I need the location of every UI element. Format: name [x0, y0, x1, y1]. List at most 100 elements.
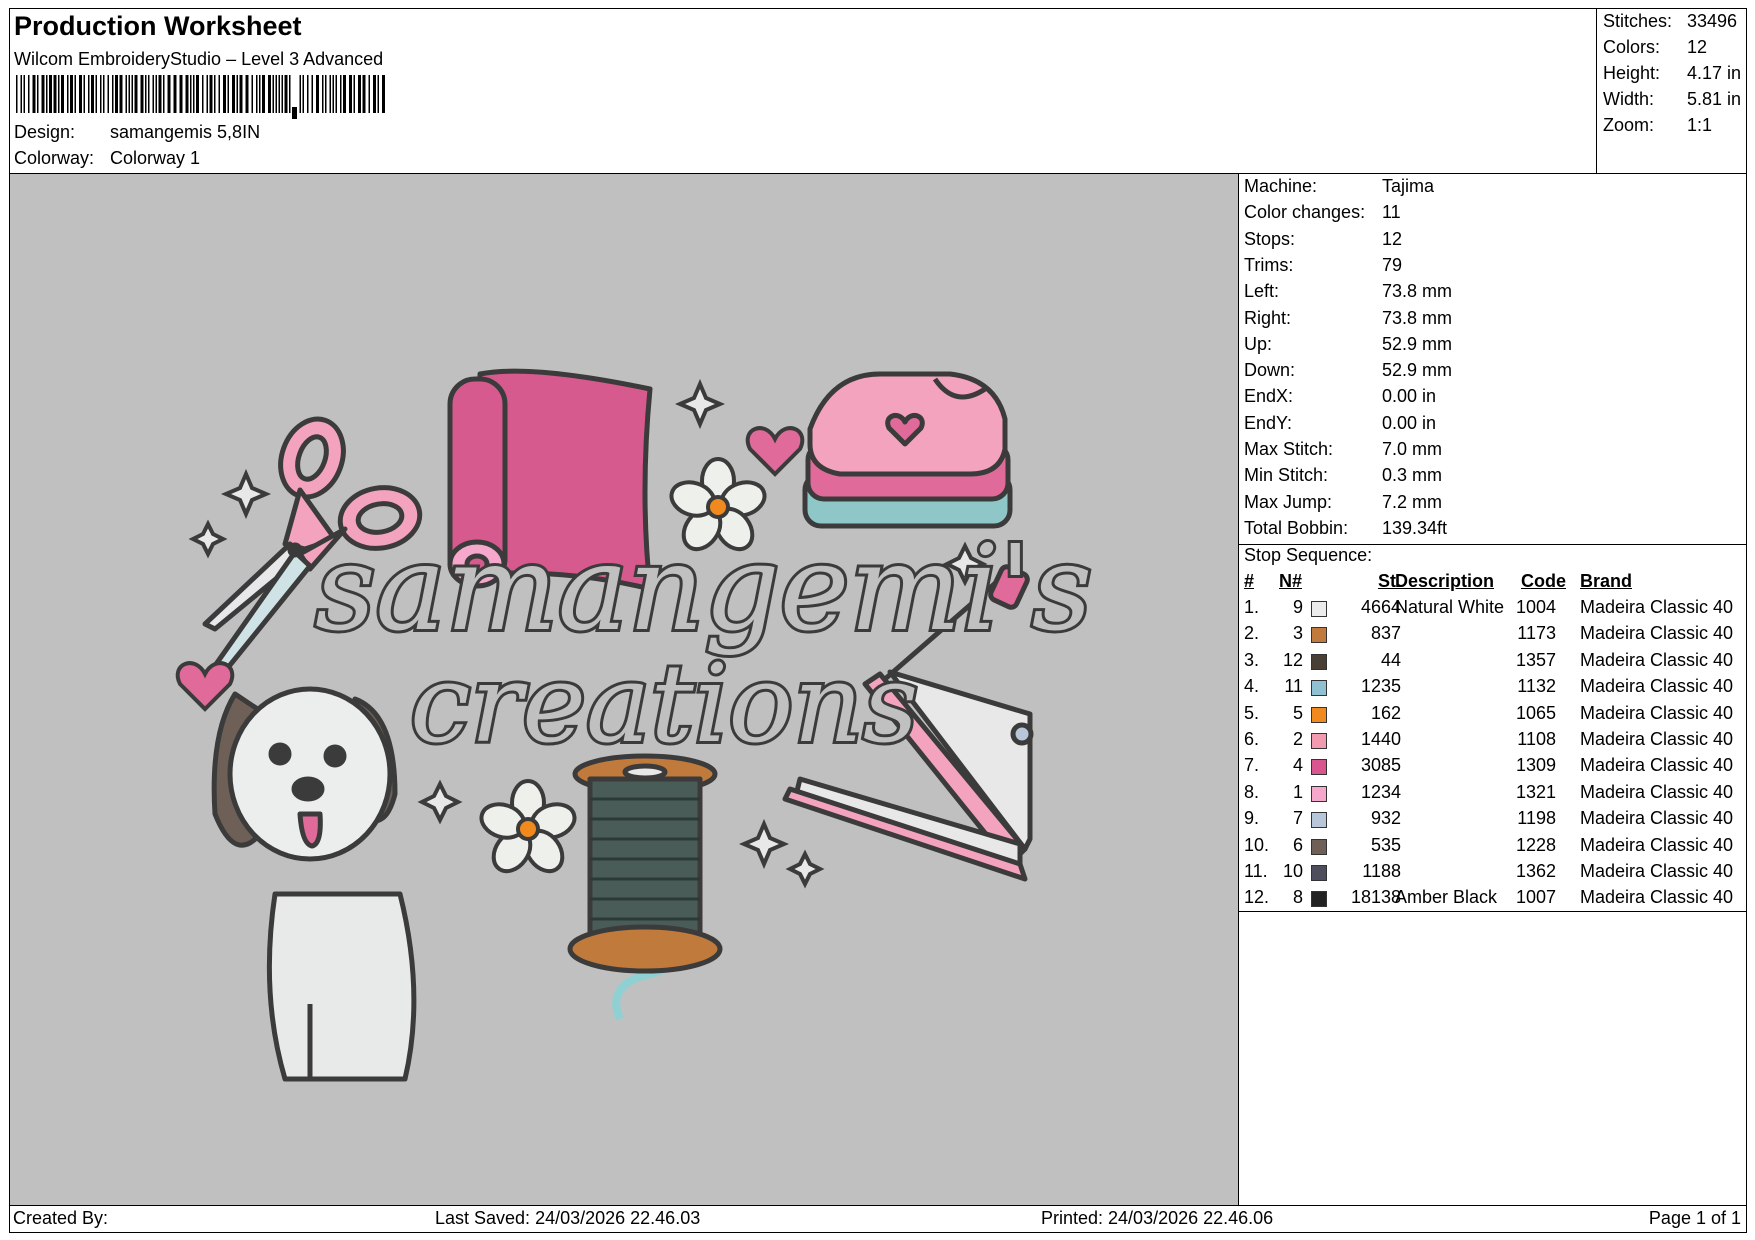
machine-row-value: Tajima: [1382, 176, 1435, 196]
summary-zoom: Zoom: 1:1: [1603, 115, 1713, 135]
machine-row-label: EndY:: [1244, 412, 1293, 433]
stop-row-needle: 12: [1282, 649, 1303, 670]
stop-row-index: 11.: [1244, 861, 1268, 881]
machine-row-value: 0.3 mm: [1382, 465, 1443, 486]
machine-row-label: Right:: [1244, 307, 1292, 328]
stop-row-brand: Madeira Classic 40: [1580, 781, 1734, 802]
stop-row-needle: 11: [1284, 676, 1303, 697]
machine-row-label: Trims:: [1244, 254, 1294, 275]
stop-row-index: 1.: [1244, 597, 1260, 617]
color-swatch: [1311, 706, 1327, 723]
stop-row-brand: Madeira Classic 40: [1580, 755, 1734, 776]
color-swatch: [1311, 680, 1327, 697]
machine-row: Right: 73.8 mm: [1244, 308, 1452, 329]
stop-row-index: 12.: [1244, 887, 1270, 908]
color-swatch: [1311, 865, 1327, 881]
machine-row-label: Max Jump:: [1244, 491, 1333, 512]
machine-info-panel: Machine: Tajima Color changes: 11 Stops: 12 Tr…: [1238, 173, 1747, 545]
design-text-line1: samangemi's: [315, 519, 1092, 657]
dog-icon: [211, 686, 417, 1082]
summary-width: Width: 5.81 in: [1603, 89, 1742, 109]
stop-row-code: 1321: [1515, 781, 1556, 802]
machine-row: Max Jump: 7.2 mm: [1244, 492, 1442, 513]
colorway-name: Colorway 1: [110, 148, 201, 168]
stop-row-index: 6.: [1244, 729, 1260, 749]
machine-row-value: 52.9 mm: [1382, 360, 1453, 381]
machine-row-value: 0.00 in: [1382, 386, 1437, 407]
stop-row-brand: Madeira Classic 40: [1580, 676, 1734, 697]
machine-row-label: Color changes:: [1244, 202, 1366, 223]
machine-row: EndX: 0.00 in: [1244, 386, 1436, 407]
machine-row-label: Down:: [1244, 360, 1296, 381]
stop-row-code: 1228: [1515, 834, 1556, 855]
stop-row-needle: 8: [1292, 887, 1303, 908]
stop-row-needle: 2: [1292, 729, 1303, 749]
stop-row-code: 1198: [1517, 808, 1556, 829]
stop-row-stitches: 18138: [1350, 887, 1401, 908]
col-header-description: Description: [1395, 571, 1495, 591]
machine-row-label: Machine:: [1244, 176, 1318, 196]
machine-row-value: 73.8 mm: [1382, 281, 1453, 302]
blank-panel: [1238, 911, 1747, 1206]
stop-row-needle: 6: [1292, 834, 1303, 855]
stop-row-needle: 3: [1292, 623, 1303, 644]
col-header-brand: Brand: [1580, 571, 1633, 591]
machine-row: EndY: 0.00 in: [1244, 413, 1436, 434]
machine-row-value: 73.8 mm: [1382, 307, 1453, 328]
stop-row-needle: 10: [1282, 861, 1303, 881]
stop-row-stitches: 4664: [1360, 597, 1401, 617]
color-swatch: [1311, 733, 1327, 749]
stop-row-brand: Madeira Classic 40: [1580, 808, 1734, 829]
stop-row-index: 3.: [1244, 649, 1260, 670]
stop-row-description: Amber Black: [1395, 887, 1498, 908]
machine-row: Left: 73.8 mm: [1244, 281, 1452, 302]
last-saved: Last Saved: 24/03/2026 22.46.03: [435, 1208, 701, 1228]
stop-row-index: 5.: [1244, 702, 1260, 723]
color-swatch: [1311, 812, 1327, 829]
stop-row-brand: Madeira Classic 40: [1580, 887, 1734, 908]
printed-date: Printed: 24/03/2026 22.46.06: [1041, 1208, 1274, 1228]
stop-row-stitches: 1188: [1362, 861, 1401, 881]
stop-row-needle: 9: [1292, 597, 1303, 617]
stop-row-code: 1004: [1515, 597, 1556, 617]
stop-row-code: 1132: [1517, 676, 1556, 697]
machine-row: Down: 52.9 mm: [1244, 360, 1452, 381]
design-text-line2: creations: [410, 642, 918, 767]
machine-row-label: Min Stitch:: [1244, 465, 1329, 486]
stop-sequence-panel: Stop Sequence: # N# St. Description Code…: [1238, 544, 1747, 912]
stop-row-index: 10.: [1244, 834, 1270, 855]
machine-row-label: Total Bobbin:: [1244, 517, 1349, 538]
stop-row-stitches: 162: [1370, 702, 1401, 723]
machine-row-value: 11: [1382, 202, 1401, 223]
machine-row: Total Bobbin: 139.34ft: [1244, 518, 1447, 539]
machine-row-value: 12: [1382, 228, 1403, 249]
col-header-num: #: [1244, 571, 1255, 591]
stop-row-index: 7.: [1244, 755, 1260, 776]
stop-row-brand: Madeira Classic 40: [1580, 861, 1734, 881]
stop-row-needle: 5: [1292, 702, 1303, 723]
machine-row: Up: 52.9 mm: [1244, 334, 1452, 355]
stop-row-brand: Madeira Classic 40: [1580, 597, 1734, 617]
machine-row: Machine: Tajima: [1244, 176, 1434, 197]
summary-height: Height: 4.17 in: [1603, 63, 1742, 83]
summary-colors: Colors: 12: [1603, 37, 1708, 57]
summary-stitches: Stitches: 33496: [1603, 11, 1738, 31]
machine-row: Min Stitch: 0.3 mm: [1244, 465, 1442, 486]
stop-row-index: 9.: [1244, 808, 1260, 829]
stop-row-index: 8.: [1244, 781, 1260, 802]
design-label: Design:: [14, 122, 76, 142]
stop-row-brand: Madeira Classic 40: [1580, 649, 1734, 670]
embroidery-design-image: samangemi's creations: [175, 368, 1095, 1082]
stop-row-brand: Madeira Classic 40: [1580, 623, 1734, 644]
created-by: Created By:: [13, 1208, 109, 1228]
color-swatch: [1311, 653, 1327, 670]
page-number: Page 1 of 1: [1648, 1208, 1741, 1228]
stop-row-code: 1108: [1517, 729, 1556, 749]
stop-row-needle: 4: [1292, 755, 1303, 776]
color-swatch: [1311, 627, 1327, 644]
worksheet-footer: Created By: Last Saved: 24/03/2026 22.46…: [9, 1205, 1747, 1233]
summary-panel: Stitches: 33496 Colors: 12 Height: 4.17 in …: [1596, 8, 1747, 174]
stop-row-stitches: 44: [1380, 649, 1401, 670]
stop-row-stitches: 837: [1370, 623, 1401, 644]
stop-row-stitches: 535: [1370, 834, 1401, 855]
